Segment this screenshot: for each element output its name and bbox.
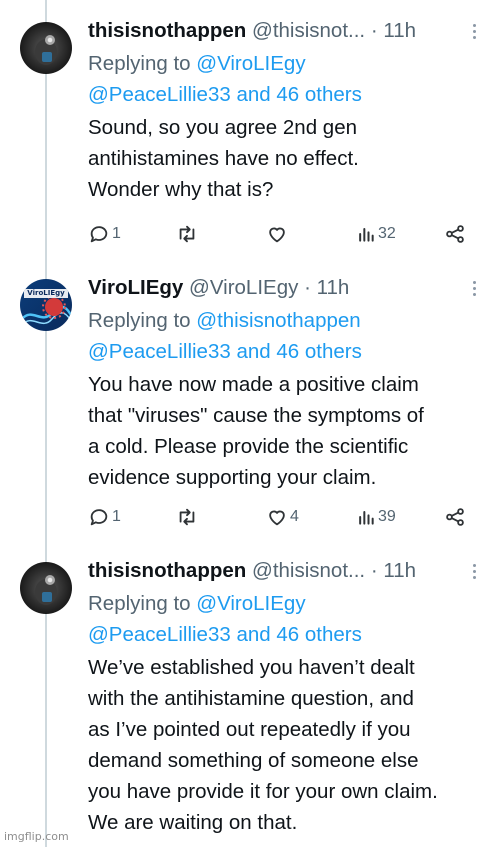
views-count: 32 [378, 225, 396, 242]
avatar-thisisnothappen[interactable] [20, 562, 72, 614]
display-name[interactable]: thisisnothappen [88, 19, 246, 42]
tweet-text-line: Wonder why that is? [88, 178, 274, 201]
tweet-text-line: evidence supporting your claim. [88, 466, 377, 489]
tweet-text-line: as I’ve pointed out repeatedly if you [88, 718, 411, 741]
views-icon [359, 511, 374, 525]
user-handle[interactable]: @thisisnot... [252, 19, 365, 42]
replying-prefix: Replying to [88, 52, 191, 75]
tweet-text: You have now made a positive claim that … [88, 369, 486, 493]
replying-others-link[interactable]: @PeaceLillie33 and 46 others [88, 83, 362, 106]
more-options-icon[interactable] [462, 14, 486, 48]
heart-icon [269, 510, 285, 526]
tweet-text-line: you have provide it for your own claim. [88, 780, 438, 803]
avatar-virolegy[interactable]: ViroLIEgy [20, 279, 72, 331]
replying-others[interactable]: @PeaceLillie33 and 46 others [88, 336, 486, 367]
reply-icon [90, 226, 108, 243]
display-name[interactable]: thisisnothappen [88, 559, 246, 582]
user-handle[interactable]: @thisisnot... [252, 559, 365, 582]
views-button[interactable]: 32 [356, 220, 396, 248]
retweet-button[interactable] [176, 503, 198, 531]
display-name[interactable]: ViroLIEgy [88, 276, 183, 299]
reply-button[interactable]: 1 [88, 503, 121, 531]
reply-icon [90, 509, 108, 526]
timestamp[interactable]: 11h [383, 19, 416, 42]
timestamp[interactable]: 11h [383, 559, 416, 582]
views-count: 39 [378, 508, 396, 525]
like-button[interactable] [266, 220, 288, 248]
share-icon [446, 225, 464, 243]
heart-icon [269, 227, 285, 243]
replying-prefix: Replying to [88, 309, 191, 332]
replying-others-link[interactable]: @PeaceLillie33 and 46 others [88, 623, 362, 646]
avatar-logo-text: ViroLIEgy [27, 289, 65, 297]
tweet-header: thisisnothappen @thisisnot... · 11h [88, 14, 486, 48]
tweet-header: thisisnothappen @thisisnot... · 11h [88, 554, 486, 588]
tweet-text-line: We’ve established you haven’t dealt [88, 656, 415, 679]
separator-dot: · [370, 19, 378, 42]
tweet-text: Sound, so you agree 2nd gen antihistamin… [88, 112, 486, 205]
share-button[interactable] [444, 503, 466, 531]
action-bar: 1 4 39 [88, 503, 486, 531]
reply-count: 1 [112, 225, 121, 242]
share-button[interactable] [444, 220, 466, 248]
separator-dot: · [304, 276, 311, 299]
replying-others[interactable]: @PeaceLillie33 and 46 others [88, 79, 486, 110]
thread-line [45, 0, 47, 847]
replying-user-link[interactable]: @thisisnothappen [196, 309, 360, 332]
replying-others-link[interactable]: @PeaceLillie33 and 46 others [88, 340, 362, 363]
user-handle[interactable]: @ViroLIEgy [189, 276, 298, 299]
views-icon [359, 228, 374, 242]
replying-user-link[interactable]: @ViroLIEgy [196, 52, 305, 75]
retweet-icon [179, 508, 195, 526]
action-bar: 1 32 [88, 220, 486, 248]
tweet-text: We’ve established you haven’t dealt with… [88, 652, 486, 838]
tweet-text-line: that "viruses" cause the symptoms of [88, 404, 424, 427]
replying-to: Replying to @thisisnothappen [88, 305, 486, 336]
tweet-text-line: Sound, so you agree 2nd gen [88, 116, 357, 139]
reply-count: 1 [112, 508, 121, 525]
replying-to: Replying to @ViroLIEgy [88, 48, 486, 79]
replying-to: Replying to @ViroLIEgy [88, 588, 486, 619]
tweet-text-line: with the antihistamine question, and [88, 687, 414, 710]
retweet-icon [179, 225, 195, 243]
replying-prefix: Replying to [88, 592, 191, 615]
tweet-text-line: demand something of someone else [88, 749, 419, 772]
tweet-text-line: We are waiting on that. [88, 811, 298, 834]
avatar-thisisnothappen[interactable] [20, 22, 72, 74]
tweet-text-line: a cold. Please provide the scientific [88, 435, 409, 458]
timestamp[interactable]: 11h [317, 276, 350, 299]
tweet-text-line: You have now made a positive claim [88, 373, 419, 396]
more-options-icon[interactable] [462, 554, 486, 588]
tweet-header: ViroLIEgy @ViroLIEgy · 11h [88, 271, 486, 305]
like-button[interactable]: 4 [266, 503, 299, 531]
more-options-icon[interactable] [462, 271, 486, 305]
tweet-text-line: antihistamines have no effect. [88, 147, 359, 170]
views-button[interactable]: 39 [356, 503, 396, 531]
share-icon [446, 508, 464, 526]
like-count: 4 [290, 508, 299, 525]
watermark: imgflip.com [4, 830, 69, 843]
retweet-button[interactable] [176, 220, 198, 248]
replying-user-link[interactable]: @ViroLIEgy [196, 592, 305, 615]
reply-button[interactable]: 1 [88, 220, 121, 248]
separator-dot: · [370, 559, 378, 582]
replying-others[interactable]: @PeaceLillie33 and 46 others [88, 619, 486, 650]
